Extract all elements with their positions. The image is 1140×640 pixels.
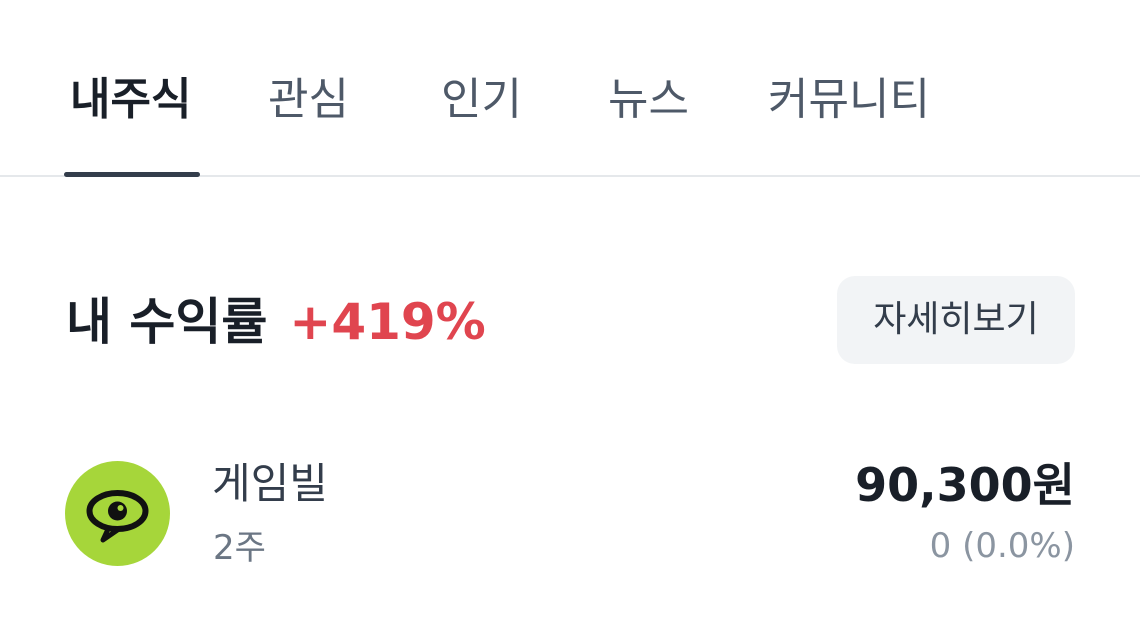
holding-row[interactable]: 게임빌 2주 90,300원 0 (0.0%) bbox=[0, 440, 1140, 590]
tab-watchlist[interactable]: 관심 bbox=[268, 72, 349, 128]
details-button[interactable]: 자세히보기 bbox=[837, 276, 1075, 364]
stock-logo bbox=[65, 461, 170, 566]
stock-change: 0 (0.0%) bbox=[929, 526, 1075, 566]
tab-my-stocks[interactable]: 내주식 bbox=[70, 72, 191, 128]
return-summary: 내 수익률 +419% bbox=[66, 290, 486, 354]
stock-quantity: 2주 bbox=[213, 528, 266, 568]
return-label: 내 수익률 bbox=[66, 293, 268, 351]
tab-bar: 내주식 관심 인기 뉴스 커뮤니티 bbox=[0, 0, 1140, 177]
eye-speech-bubble-icon bbox=[86, 490, 149, 543]
tab-popular[interactable]: 인기 bbox=[441, 72, 522, 128]
tab-news[interactable]: 뉴스 bbox=[608, 72, 689, 128]
tab-community[interactable]: 커뮤니티 bbox=[768, 72, 930, 128]
stock-price: 90,300원 bbox=[855, 458, 1075, 512]
active-tab-indicator bbox=[64, 172, 200, 177]
stock-name: 게임빌 bbox=[212, 459, 328, 508]
return-value: +419% bbox=[289, 293, 486, 351]
